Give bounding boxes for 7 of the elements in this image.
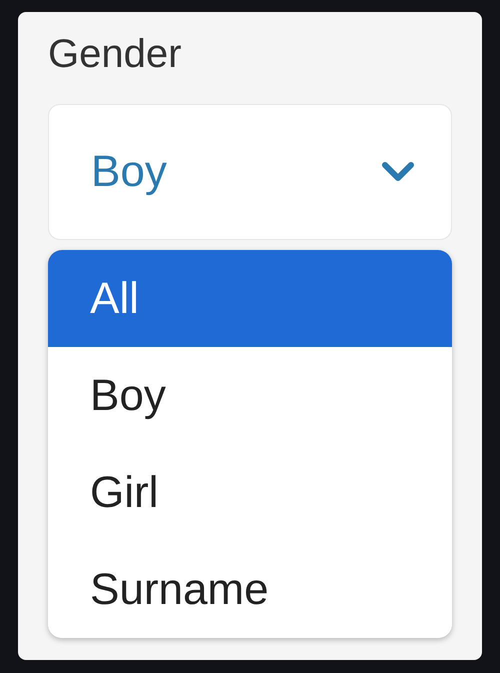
dropdown-option[interactable]: Girl [48,444,452,541]
chevron-icon [381,161,415,183]
field-label: Gender [48,31,182,78]
gender-select[interactable]: Boy [48,104,452,240]
dropdown-option[interactable]: All [48,250,452,347]
dropdown-option[interactable]: Surname [48,541,452,638]
dropdown-option[interactable]: Boy [48,347,452,444]
